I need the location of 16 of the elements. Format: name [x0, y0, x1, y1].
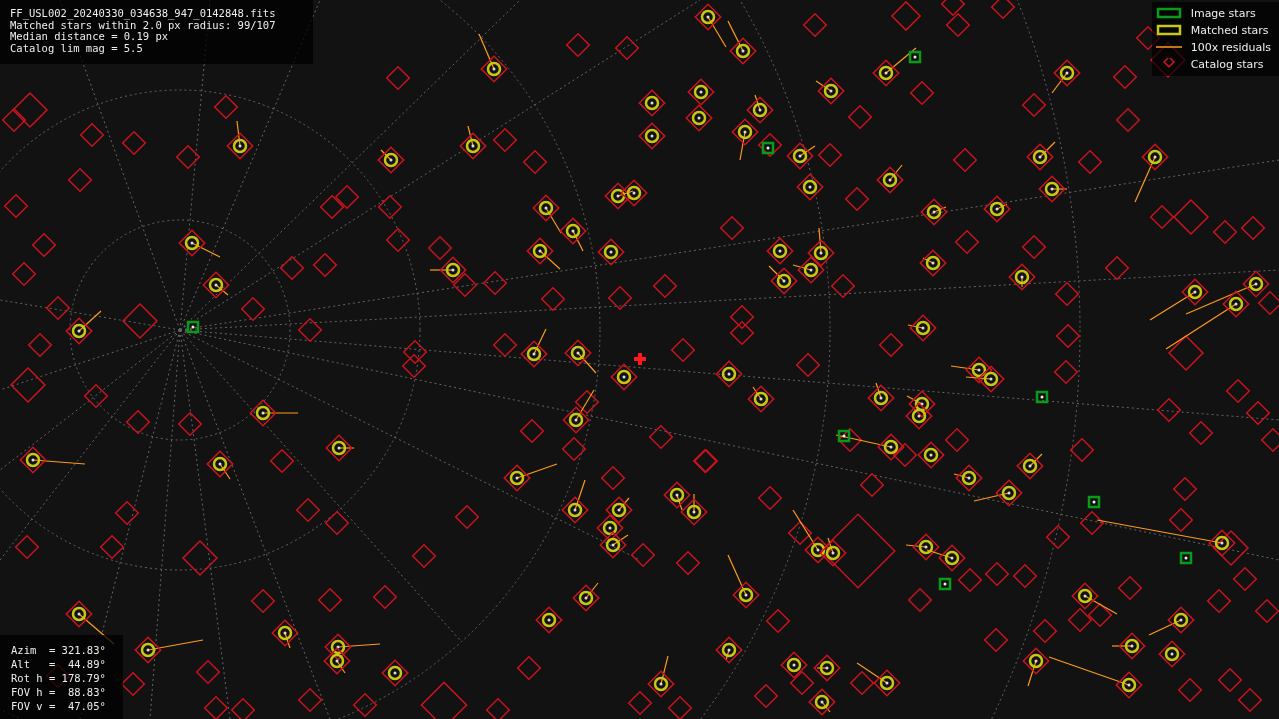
- info-text: Catalog lim mag = 5.5: [10, 42, 144, 54]
- info-text: Median distance = 0.19 px: [10, 31, 169, 43]
- info-text: FF_USL002_20240330_034638_947_0142848.fits: [10, 8, 277, 20]
- pointing-text: Azim = 321.83°: [11, 643, 107, 657]
- pointing-text: FOV v = 47.05°: [11, 699, 107, 713]
- legend-swatch-icon: [1155, 24, 1182, 36]
- pointing-text: Rot h = 178.79°: [11, 671, 107, 685]
- legend-label: Matched stars: [1190, 23, 1269, 37]
- legend-label: 100x residuals: [1190, 40, 1271, 54]
- pointing-text: FOV h = 88.83°: [11, 685, 107, 699]
- crosshair-icon: [634, 353, 646, 365]
- info-text: Matched stars within 2.0 px radius: 99/107: [10, 19, 277, 31]
- legend-swatch-icon: [1155, 7, 1182, 19]
- legend-label: Image stars: [1190, 6, 1256, 20]
- legend-label: Catalog stars: [1190, 57, 1264, 71]
- pointing-text: Alt = 44.89°: [11, 657, 107, 671]
